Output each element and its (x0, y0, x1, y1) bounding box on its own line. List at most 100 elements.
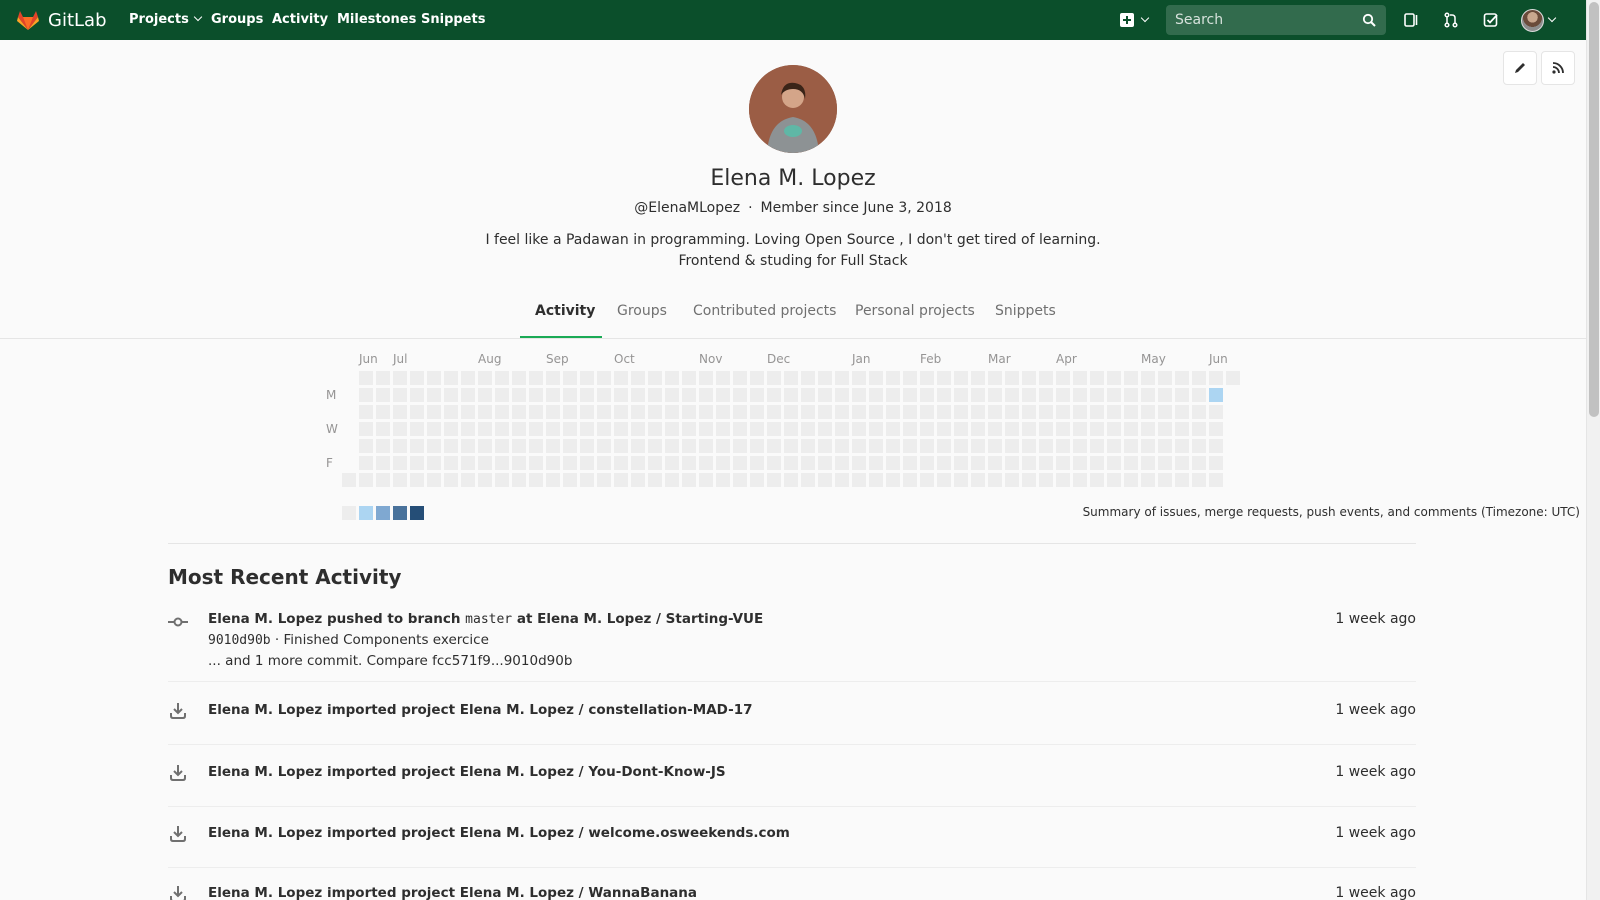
calendar-day-cell[interactable] (1056, 388, 1070, 402)
calendar-day-cell[interactable] (784, 405, 798, 419)
calendar-day-cell[interactable] (393, 473, 407, 487)
calendar-day-cell[interactable] (665, 473, 679, 487)
calendar-day-cell[interactable] (1158, 473, 1172, 487)
profile-username[interactable]: @ElenaMLopez (634, 200, 740, 216)
calendar-day-cell[interactable] (359, 405, 373, 419)
calendar-day-cell[interactable] (784, 456, 798, 470)
nav-milestones[interactable]: Milestones (337, 12, 416, 27)
calendar-day-cell[interactable] (733, 371, 747, 385)
calendar-day-cell[interactable] (648, 388, 662, 402)
calendar-day-cell[interactable] (376, 405, 390, 419)
calendar-day-cell[interactable] (767, 473, 781, 487)
calendar-day-cell[interactable] (359, 456, 373, 470)
calendar-day-cell[interactable] (767, 405, 781, 419)
calendar-day-cell[interactable] (920, 388, 934, 402)
calendar-day-cell[interactable] (563, 405, 577, 419)
calendar-day-cell[interactable] (614, 422, 628, 436)
calendar-day-cell[interactable] (1141, 422, 1155, 436)
calendar-day-cell[interactable] (1022, 388, 1036, 402)
calendar-day-cell[interactable] (1073, 371, 1087, 385)
calendar-day-cell[interactable] (801, 405, 815, 419)
calendar-day-cell[interactable] (852, 388, 866, 402)
calendar-day-cell[interactable] (1107, 371, 1121, 385)
calendar-day-cell[interactable] (1005, 371, 1019, 385)
calendar-day-cell[interactable] (597, 456, 611, 470)
calendar-day-cell[interactable] (920, 473, 934, 487)
calendar-day-cell[interactable] (750, 405, 764, 419)
calendar-day-cell[interactable] (767, 456, 781, 470)
calendar-day-cell[interactable] (937, 439, 951, 453)
calendar-day-cell[interactable] (478, 422, 492, 436)
calendar-day-cell[interactable] (410, 371, 424, 385)
calendar-day-cell[interactable] (1175, 456, 1189, 470)
calendar-day-cell[interactable] (1141, 371, 1155, 385)
calendar-day-cell[interactable] (495, 388, 509, 402)
calendar-day-cell[interactable] (682, 371, 696, 385)
branch-name[interactable]: master (465, 612, 512, 627)
calendar-day-cell[interactable] (733, 422, 747, 436)
calendar-day-cell[interactable] (410, 388, 424, 402)
calendar-day-cell[interactable] (835, 422, 849, 436)
calendar-day-cell[interactable] (495, 439, 509, 453)
calendar-day-cell[interactable] (614, 439, 628, 453)
calendar-day-cell[interactable] (1175, 439, 1189, 453)
calendar-day-cell[interactable] (1158, 456, 1172, 470)
calendar-day-cell[interactable] (359, 371, 373, 385)
calendar-day-cell[interactable] (614, 405, 628, 419)
calendar-day-cell[interactable] (869, 405, 883, 419)
calendar-day-cell[interactable] (767, 388, 781, 402)
calendar-day-cell[interactable] (631, 371, 645, 385)
calendar-day-cell[interactable] (1005, 473, 1019, 487)
calendar-day-cell[interactable] (478, 388, 492, 402)
calendar-day-cell[interactable] (1039, 439, 1053, 453)
calendar-day-cell[interactable] (937, 473, 951, 487)
calendar-day-cell[interactable] (393, 456, 407, 470)
calendar-day-cell[interactable] (529, 439, 543, 453)
calendar-day-cell[interactable] (1039, 456, 1053, 470)
edit-profile-button[interactable] (1503, 51, 1537, 85)
calendar-day-cell[interactable] (393, 405, 407, 419)
calendar-day-cell[interactable] (444, 405, 458, 419)
calendar-day-cell[interactable] (529, 422, 543, 436)
calendar-day-cell[interactable] (1158, 405, 1172, 419)
calendar-day-cell[interactable] (1158, 371, 1172, 385)
calendar-day-cell[interactable] (716, 439, 730, 453)
calendar-day-cell[interactable] (563, 473, 577, 487)
calendar-day-cell[interactable] (478, 439, 492, 453)
calendar-day-cell[interactable] (750, 371, 764, 385)
calendar-day-cell[interactable] (716, 422, 730, 436)
calendar-day-cell[interactable] (1175, 371, 1189, 385)
calendar-day-cell[interactable] (580, 371, 594, 385)
compare-link[interactable]: ... and 1 more commit. Compare fcc571f9.… (208, 653, 572, 669)
calendar-day-cell[interactable] (665, 405, 679, 419)
calendar-day-cell[interactable] (563, 388, 577, 402)
calendar-day-cell[interactable] (733, 473, 747, 487)
calendar-day-cell[interactable] (784, 422, 798, 436)
calendar-day-cell[interactable] (716, 388, 730, 402)
calendar-day-cell[interactable] (563, 439, 577, 453)
event-title[interactable]: Elena M. Lopez imported project Elena M.… (208, 825, 790, 841)
calendar-day-cell[interactable] (631, 439, 645, 453)
calendar-day-cell[interactable] (1124, 439, 1138, 453)
calendar-day-cell[interactable] (631, 422, 645, 436)
calendar-day-cell[interactable] (1005, 405, 1019, 419)
calendar-day-cell[interactable] (852, 371, 866, 385)
calendar-day-cell[interactable] (733, 388, 747, 402)
calendar-day-cell[interactable] (852, 439, 866, 453)
calendar-day-cell[interactable] (359, 388, 373, 402)
calendar-day-cell[interactable] (733, 405, 747, 419)
calendar-day-cell[interactable] (1056, 456, 1070, 470)
calendar-day-cell[interactable] (903, 405, 917, 419)
calendar-day-cell[interactable] (818, 473, 832, 487)
calendar-day-cell[interactable] (546, 388, 560, 402)
calendar-day-cell[interactable] (988, 388, 1002, 402)
calendar-day-cell[interactable] (869, 456, 883, 470)
calendar-day-cell[interactable] (444, 473, 458, 487)
calendar-day-cell[interactable] (784, 371, 798, 385)
calendar-day-cell[interactable] (597, 439, 611, 453)
tab-contributed-projects[interactable]: Contributed projects (693, 303, 836, 319)
calendar-day-cell[interactable] (563, 456, 577, 470)
calendar-day-cell[interactable] (1056, 439, 1070, 453)
calendar-day-cell[interactable] (784, 439, 798, 453)
event-project-link[interactable]: at Elena M. Lopez / Starting-VUE (517, 611, 763, 627)
